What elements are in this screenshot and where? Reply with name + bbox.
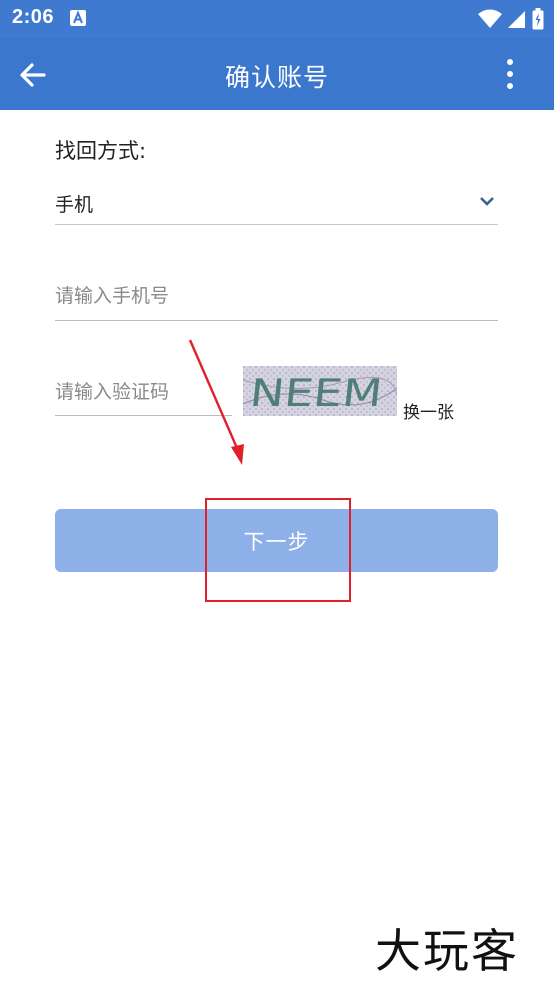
chevron-down-icon	[480, 197, 494, 206]
wifi-icon	[478, 9, 502, 28]
watermark-text: 大玩客	[375, 924, 519, 978]
a-letter-icon	[70, 10, 86, 26]
captcha-image[interactable]: NEEM	[243, 366, 397, 416]
refresh-captcha-link[interactable]: 换一张	[403, 398, 454, 423]
verification-code-input[interactable]	[55, 368, 232, 416]
status-icons	[478, 8, 544, 30]
recovery-method-label: 找回方式:	[55, 139, 147, 163]
recovery-method-value: 手机	[55, 194, 94, 216]
next-step-button[interactable]: 下一步	[55, 509, 498, 572]
recovery-method-select[interactable]: 手机	[55, 180, 498, 225]
phone-field	[55, 272, 498, 321]
signal-icon	[508, 11, 525, 28]
phone-input[interactable]	[55, 272, 498, 320]
more-vertical-icon[interactable]	[502, 58, 518, 92]
app-bar: 确认账号	[0, 38, 554, 110]
status-time: 2:06	[12, 6, 55, 28]
verification-code-field	[55, 368, 232, 416]
battery-icon	[532, 8, 544, 30]
page-title: 确认账号	[224, 63, 329, 92]
captcha-text: NEEM	[248, 371, 385, 415]
status-bar: 2:06	[0, 0, 554, 38]
